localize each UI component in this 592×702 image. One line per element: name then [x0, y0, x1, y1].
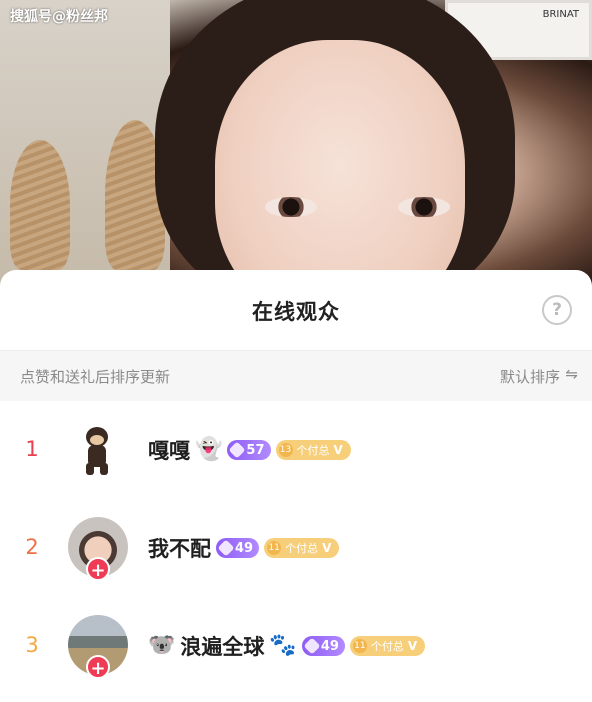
sheet-title: 在线观众 [252, 300, 340, 324]
check-icon: V [407, 639, 418, 653]
avatar[interactable] [68, 419, 128, 479]
user-level-badge: 49 [301, 636, 345, 656]
dried-plant-decoration [10, 140, 70, 270]
sheet-header: 在线观众 ? [0, 270, 592, 350]
fan-level-number: 13 [278, 443, 293, 457]
online-viewers-sheet: 在线观众 ? 点赞和送礼后排序更新 默认排序 ⇋ 1 嘎嘎 👻 57 13 个付总… [0, 270, 592, 702]
viewer-row[interactable]: 3 + 🐨 浪遍全球 🐾 49 11 个付总 V [0, 597, 592, 695]
check-icon: V [333, 443, 343, 457]
sort-button[interactable]: 默认排序 [500, 366, 560, 387]
fan-club-badge: 11 个付总 V [264, 538, 340, 558]
fan-club-text: 个付总 [285, 542, 319, 555]
level-number: 57 [246, 442, 265, 458]
fan-level-number: 11 [267, 541, 282, 555]
streamer-eye-right [398, 197, 450, 217]
viewer-row[interactable]: 2 + 我不配 49 11 个付总 V [0, 499, 592, 597]
user-level-badge: 49 [216, 538, 260, 558]
level-number: 49 [320, 638, 339, 654]
diamond-icon [217, 539, 235, 557]
monkey-avatar-icon [80, 425, 116, 475]
viewer-name-line: 嘎嘎 👻 57 13 个付总 V [148, 435, 351, 465]
streamer-face [215, 40, 465, 290]
user-level-badge: 57 [227, 440, 271, 460]
check-icon: V [322, 541, 332, 555]
fan-club-text: 个付总 [296, 444, 330, 457]
viewer-row[interactable]: 1 嘎嘎 👻 57 13 个付总 V [0, 401, 592, 499]
live-video-preview: BRINAT [0, 0, 592, 290]
help-icon[interactable]: ? [542, 295, 572, 325]
koala-emoji-icon: 🐨 [148, 633, 176, 658]
ghost-emoji-icon: 👻 [195, 437, 223, 462]
fan-club-badge: 11 个付总 V [349, 636, 426, 656]
frame-text: BRINAT [542, 9, 579, 20]
streamer-eye-left [265, 197, 317, 217]
diamond-icon [303, 637, 321, 655]
viewer-name: 嘎嘎 [148, 439, 190, 463]
rank-number: 3 [25, 633, 39, 657]
fan-club-badge: 13 个付总 V [275, 440, 351, 460]
viewer-name-line: 🐨 浪遍全球 🐾 49 11 个付总 V [148, 631, 426, 661]
follow-plus-icon[interactable]: + [86, 557, 110, 581]
follow-plus-icon[interactable]: + [86, 655, 110, 679]
watermark: 搜狐号@粉丝邦 [10, 9, 108, 25]
fan-club-text: 个付总 [370, 640, 404, 653]
swap-icon[interactable]: ⇋ [565, 365, 578, 383]
rank-number: 2 [25, 535, 39, 559]
viewer-name-line: 我不配 49 11 个付总 V [148, 533, 340, 563]
fan-level-number: 11 [352, 639, 367, 653]
diamond-icon [228, 441, 246, 459]
sort-hint: 点赞和送礼后排序更新 [20, 368, 171, 386]
level-number: 49 [235, 540, 254, 556]
sort-bar: 点赞和送礼后排序更新 默认排序 ⇋ [0, 350, 592, 401]
paw-emoji-icon: 🐾 [269, 633, 297, 658]
viewer-name: 我不配 [148, 537, 211, 561]
viewer-name: 浪遍全球 [180, 635, 265, 659]
rank-number: 1 [25, 437, 39, 461]
